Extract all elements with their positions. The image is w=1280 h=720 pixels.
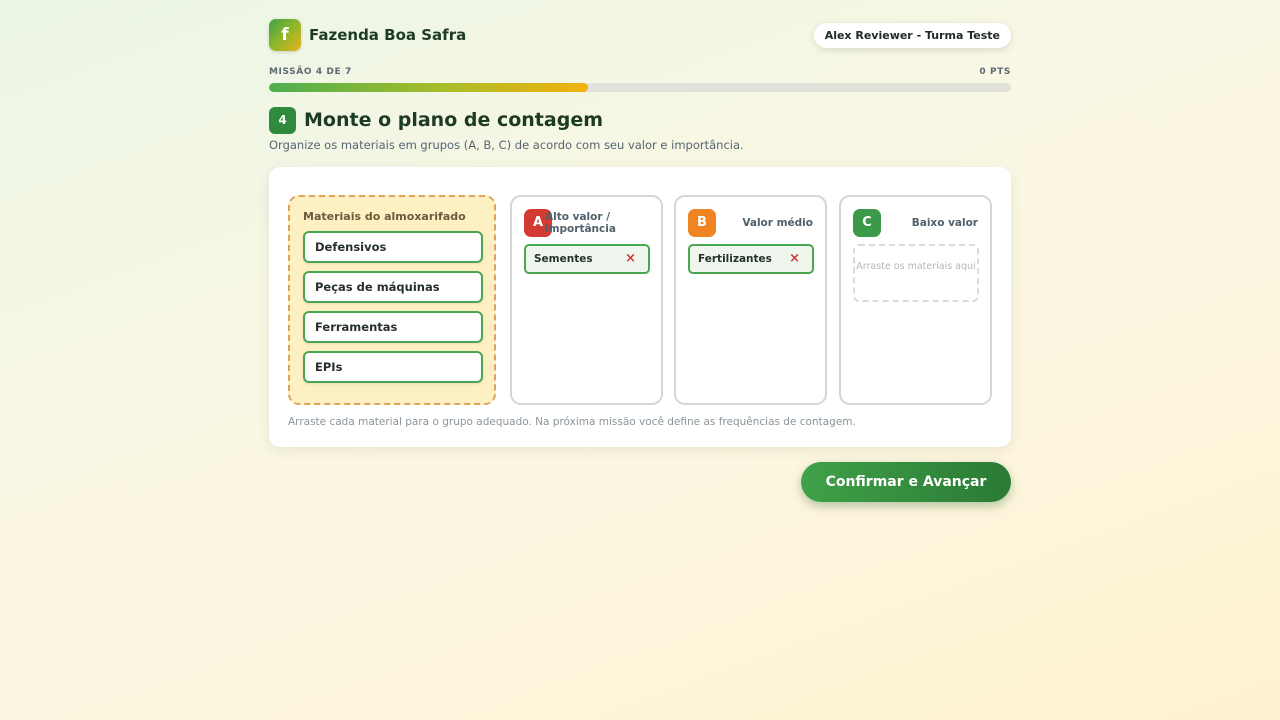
pool-title: Materiais do almoxarifado <box>303 210 466 223</box>
header: f Fazenda Boa Safra Alex Reviewer - Turm… <box>269 19 1011 51</box>
points-counter: 0 PTS <box>979 67 1011 77</box>
group-a-dropzone[interactable]: A Alto valor / importância Sementes × <box>510 195 663 405</box>
page-subtitle: Organize os materiais em grupos (A, B, C… <box>269 138 744 152</box>
material-card-defensivos[interactable]: Defensivos <box>303 231 483 263</box>
assigned-material-label: Fertilizantes <box>698 253 772 265</box>
group-c-dropzone[interactable]: C Baixo valor Arraste os materiais aqui <box>839 195 992 405</box>
group-b-label: Valor médio <box>742 217 813 229</box>
mission-counter: MISSÃO 4 DE 7 <box>269 67 352 77</box>
material-card-pecas-de-maquinas[interactable]: Peças de máquinas <box>303 271 483 303</box>
page-title: Monte o plano de contagem <box>304 109 603 131</box>
group-a-label: Alto valor / importância <box>545 211 616 235</box>
group-b-badge: B <box>688 209 716 237</box>
material-card-ferramentas[interactable]: Ferramentas <box>303 311 483 343</box>
instruction-hint: Arraste cada material para o grupo adequ… <box>288 416 856 428</box>
user-chip[interactable]: Alex Reviewer - Turma Teste <box>813 23 1011 48</box>
progress-track <box>269 83 1011 92</box>
app-logo: f <box>269 19 301 51</box>
materials-pool[interactable]: Materiais do almoxarifado Defensivos Peç… <box>288 195 496 405</box>
progress-fill <box>269 83 589 92</box>
step-number-badge: 4 <box>269 107 296 134</box>
assigned-material-label: Sementes <box>534 253 593 265</box>
brand-name: Fazenda Boa Safra <box>309 26 467 44</box>
sorting-card: Materiais do almoxarifado Defensivos Peç… <box>269 167 1011 447</box>
empty-drop-placeholder[interactable]: Arraste os materiais aqui <box>853 244 979 302</box>
assigned-material-sementes[interactable]: Sementes × <box>524 244 650 274</box>
material-card-epis[interactable]: EPIs <box>303 351 483 383</box>
remove-icon[interactable]: × <box>789 246 800 272</box>
confirm-advance-button[interactable]: Confirmar e Avançar <box>801 462 1011 502</box>
group-b-dropzone[interactable]: B Valor médio Fertilizantes × <box>674 195 827 405</box>
group-c-badge: C <box>853 209 881 237</box>
progress-header: MISSÃO 4 DE 7 0 PTS <box>269 67 1011 79</box>
group-c-label: Baixo valor <box>911 217 978 229</box>
assigned-material-fertilizantes[interactable]: Fertilizantes × <box>688 244 814 274</box>
remove-icon[interactable]: × <box>625 246 636 272</box>
